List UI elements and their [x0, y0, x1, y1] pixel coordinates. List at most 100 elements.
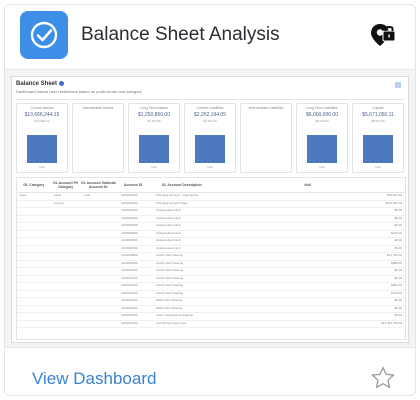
- table-row: Current 1100000100 Checking Account Dept. $…: [17, 200, 405, 208]
- table-cell: [17, 231, 52, 238]
- table-cell: 1100001500: [121, 305, 138, 310]
- kpi-label: Intermediate Assets: [82, 106, 114, 110]
- table-cell: 1100001300: [121, 290, 138, 295]
- table-cell: $0.00: [394, 313, 403, 317]
- kpi-sub: $2,252.19: [203, 119, 217, 123]
- table-cell: $0.00: [394, 223, 403, 227]
- table-cell: $0.00: [394, 298, 403, 302]
- table-cell: 1100000200: [121, 208, 138, 212]
- table-column-header: GL Account Pri Category: [52, 181, 79, 189]
- table-cell: [83, 283, 120, 290]
- table-cell: Credit Card Clearing: [155, 283, 184, 287]
- table-row: 1100000700 Undeposited Cash $0.00: [17, 246, 405, 253]
- table-row: Asset Asset Null 1100000000 Checking Account…: [17, 193, 405, 201]
- table-cell: [52, 208, 83, 215]
- kpi-tile: Long Term Liabilities $6,000,000.00 $6,000…: [296, 103, 348, 173]
- kpi-sub: $13,666.24: [34, 119, 50, 123]
- table-cell: [52, 291, 83, 298]
- table-cell: Asset: [19, 193, 27, 197]
- kpi-sub: $1,250.86: [147, 119, 161, 123]
- check-circle-icon: [20, 11, 68, 59]
- table-cell: Checking Account Dept.: [155, 200, 188, 205]
- table-cell: [52, 283, 83, 290]
- table-row: 1100001100 Credit Card Clearing $0.00: [17, 275, 405, 283]
- table-cell: [52, 276, 83, 283]
- table-cell: $0.00: [394, 268, 403, 272]
- table-cell: [52, 223, 83, 230]
- table-cell: [17, 321, 52, 328]
- table-cell: Undeposited Cash: [155, 230, 181, 235]
- table-cell: $140,560.00: [385, 200, 403, 205]
- table-row: 1100000200 Undeposited Cash $0.00: [17, 208, 405, 216]
- star-icon[interactable]: [370, 365, 396, 391]
- table-cell: $17,762.00: [387, 253, 403, 257]
- table-cell: $0.00: [394, 275, 403, 280]
- table-cell: [83, 291, 120, 298]
- table-row: 1100000600 Undeposited Cash $0.00: [17, 238, 405, 246]
- kpi-tile: Long Term Assets $1,250,860.00 $1,250.86 Nu…: [128, 103, 180, 173]
- table-cell: [83, 313, 120, 320]
- table-cell: [17, 261, 52, 268]
- table-cell: Credit Card Clearing: [155, 253, 184, 257]
- table-cell: Asset: [53, 193, 62, 197]
- table-cell: Undeposited Cash: [155, 215, 181, 220]
- table-cell: [52, 321, 83, 328]
- table-cell: [17, 276, 52, 283]
- table-cell: 1100001200: [121, 283, 138, 287]
- kpi-value: $6,000,000.00: [306, 112, 338, 118]
- table-cell: [83, 268, 120, 275]
- table-cell: $38,624.00: [387, 193, 403, 197]
- table-cell: [83, 276, 120, 283]
- table-cell: 1100001700: [121, 320, 138, 325]
- table-cell: 1100000100: [121, 200, 138, 205]
- table-cell: [17, 216, 52, 223]
- table-cell: 1100000500: [121, 230, 138, 235]
- kpi-tile: Current Liabilities $2,252,194.05 $2,252.1…: [184, 103, 236, 173]
- table-cell: [52, 253, 83, 260]
- preview-table: GL Category GL Account Pri Category GL Acc…: [16, 177, 406, 340]
- kpi-sub: $6,000.00: [315, 119, 329, 123]
- card-title: Balance Sheet Analysis: [81, 24, 280, 45]
- table-cell: [83, 208, 120, 215]
- kpi-axis-label: Null: [375, 165, 381, 169]
- filter-icon: [395, 82, 401, 88]
- table-cell: [17, 238, 52, 245]
- kpi-label: Long Term Assets: [140, 106, 168, 110]
- table-cell: [17, 201, 52, 208]
- table-row: 1100001500 Debit Card Clearing $0.00: [17, 305, 405, 313]
- table-cell: 1100001000: [121, 268, 138, 272]
- preview-title: Balance Sheet: [16, 81, 65, 87]
- kpi-value: $13,666,244.15: [24, 112, 60, 118]
- table-cell: 1100001100: [121, 275, 138, 280]
- kpi-axis-label: Null: [319, 165, 325, 169]
- table-cell: [52, 238, 83, 245]
- kpi-value: $2,252,194.05: [194, 112, 226, 118]
- table-cell: [83, 201, 120, 208]
- kpi-tile: Current Assets $13,666,244.15 $13,666.24 Nu…: [16, 103, 68, 173]
- table-cell: $13,493,705.00: [381, 320, 403, 325]
- table-cell: 1100000900: [121, 260, 138, 265]
- kpi-bar: [307, 134, 337, 163]
- dashboard-preview[interactable]: Balance Sheet Dashboard leaves user rest…: [5, 69, 415, 348]
- table-body: Asset Asset Null 1100000000 Checking Account…: [17, 193, 405, 328]
- preview-subtitle: Dashboard leaves user restrictions based…: [16, 89, 142, 94]
- table-cell: [52, 231, 83, 238]
- table-cell: [83, 261, 120, 268]
- table-cell: Uncollected Cash Loss: [155, 320, 187, 325]
- table-row: 1100001300 Credit Card Clearing $270.00: [17, 290, 405, 298]
- table-cell: [83, 298, 120, 305]
- table-cell: 1100000000: [121, 193, 138, 197]
- kpi-axis-label: Null: [207, 165, 213, 169]
- table-cell: [83, 321, 120, 328]
- table-cell: 1100000400: [121, 223, 138, 227]
- kpi-sub: $5,671.05: [371, 119, 385, 123]
- table-cell: Checking Account - Operational: [155, 193, 199, 197]
- table-cell: Undeposited Cash: [155, 223, 181, 227]
- table-cell: [17, 306, 52, 313]
- table-row: 1100001200 Credit Card Clearing $952.00: [17, 283, 405, 291]
- table-cell: [83, 253, 120, 260]
- table-cell: Null: [84, 193, 90, 197]
- view-dashboard-link[interactable]: View Dashboard: [32, 369, 156, 389]
- table-column-header: Account ID: [123, 183, 143, 187]
- table-cell: [17, 313, 52, 320]
